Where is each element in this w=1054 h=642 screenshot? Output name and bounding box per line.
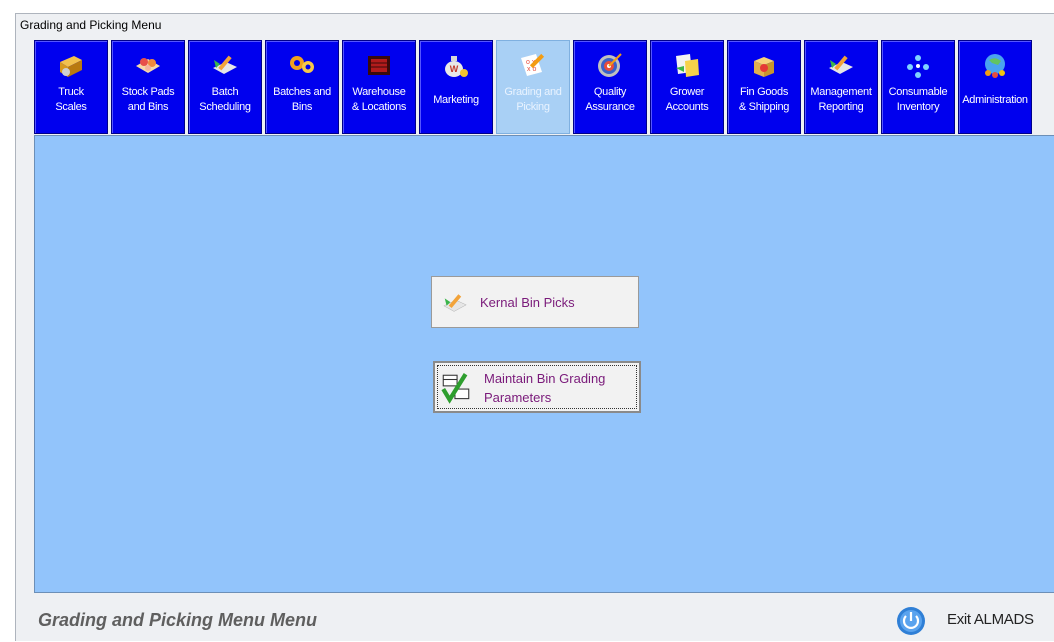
module-toolbar: Truck Scales Stock Pads and Bins Batch Sche… — [34, 40, 1054, 134]
toolbar-batch-scheduling[interactable]: Batch Scheduling — [188, 40, 262, 134]
toolbar-administration[interactable]: Administration — [958, 40, 1032, 134]
power-icon — [897, 607, 925, 635]
toolbar-label-3: Batches and Bins — [273, 86, 331, 113]
toolbar-grading-picking[interactable]: o x x o Grading and Picking — [496, 40, 570, 134]
report-pen-icon — [829, 55, 853, 74]
toolbar-label-1: Stock Pads and Bins — [121, 86, 175, 113]
app-window: Grading and Picking Menu Truck Scales Sto… — [15, 13, 1054, 641]
molecule-icon — [907, 55, 929, 78]
toolbar-label-4: Warehouse & Locations — [351, 86, 407, 113]
toolbar-label-11: Consumable Inventory — [888, 86, 948, 113]
toolbar-consumable-inventory[interactable]: Consumable Inventory — [881, 40, 955, 134]
toolbar-label-8: Grower Accounts — [665, 86, 709, 113]
exit-label: Exit ALMADS — [947, 611, 1034, 628]
toolbar-batches-bins[interactable]: Batches and Bins — [265, 40, 339, 134]
toolbar-label-6: Grading and Picking — [504, 86, 562, 113]
maintain-bin-grading-label: Maintain Bin Grading Parameters — [484, 371, 606, 405]
stock-pads-icon — [136, 58, 160, 73]
kernal-bin-picks-label: Kernal Bin Picks — [480, 295, 575, 310]
toolbar-label-0: Truck Scales — [55, 86, 87, 113]
toolbar-truck-scales[interactable]: Truck Scales — [34, 40, 108, 134]
target-icon — [598, 53, 622, 77]
toolbar-grower-accounts[interactable]: Grower Accounts — [650, 40, 724, 134]
batch-scheduling-icon — [213, 55, 237, 74]
grower-accounts-icon — [676, 54, 699, 77]
maintain-bin-grading-button[interactable]: Maintain Bin Grading Parameters — [433, 361, 641, 413]
gift-box-icon — [754, 57, 774, 77]
status-footer: Grading and Picking Menu Menu Exit ALMAD… — [34, 594, 1054, 642]
window-title: Grading and Picking Menu — [20, 18, 162, 32]
globe-people-icon — [985, 54, 1005, 78]
svg-text:x o: x o — [527, 66, 536, 73]
warehouse-icon — [368, 56, 390, 75]
kernal-bin-picks-button[interactable]: Kernal Bin Picks — [431, 276, 639, 328]
toolbar-label-9: Fin Goods & Shipping — [738, 86, 790, 113]
toolbar-label-5: Marketing — [433, 94, 479, 106]
exit-almads-button[interactable]: Exit ALMADS — [896, 606, 1054, 636]
checkmark-grid-icon — [441, 373, 470, 404]
toolbar-marketing[interactable]: W Marketing — [419, 40, 493, 134]
pen-paper-icon — [443, 294, 467, 312]
toolbar-label-10: Management Reporting — [810, 86, 872, 113]
main-panel: Kernal Bin Picks Maintain Bin Grading Par… — [34, 135, 1054, 593]
toolbar-quality-assurance[interactable]: Quality Assurance — [573, 40, 647, 134]
money-bag-icon: W — [445, 56, 468, 77]
batches-gears-icon — [290, 56, 314, 73]
grading-picking-icon: o x x o — [521, 53, 545, 76]
svg-text:W: W — [450, 64, 459, 74]
toolbar-management-reporting[interactable]: Management Reporting — [804, 40, 878, 134]
toolbar-label-12: Administration — [962, 94, 1028, 106]
toolbar-label-7: Quality Assurance — [585, 86, 635, 113]
toolbar-warehouse[interactable]: Warehouse & Locations — [342, 40, 416, 134]
toolbar-label-2: Batch Scheduling — [199, 86, 251, 113]
footer-title: Grading and Picking Menu Menu — [38, 610, 318, 630]
truck-scales-icon — [60, 56, 82, 77]
toolbar-fin-goods[interactable]: Fin Goods & Shipping — [727, 40, 801, 134]
toolbar-stock-pads[interactable]: Stock Pads and Bins — [111, 40, 185, 134]
